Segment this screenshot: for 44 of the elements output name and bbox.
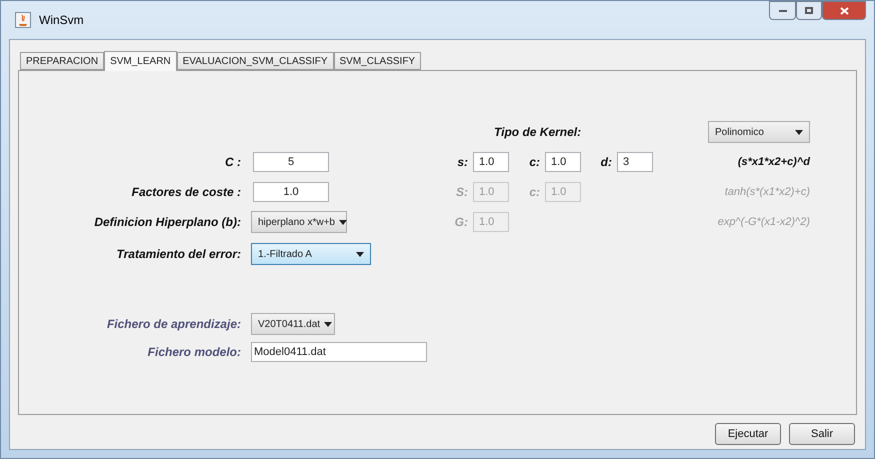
close-icon (840, 6, 848, 14)
param-label: c: (528, 154, 541, 171)
maximize-icon (805, 7, 813, 14)
input-field[interactable]: 1.0 (545, 152, 581, 172)
param-label: c: (528, 184, 541, 201)
close-button[interactable] (822, 1, 866, 20)
field-label: Factores de coste : (130, 184, 242, 201)
action-button[interactable]: Salir (789, 423, 855, 445)
caret-icon (324, 322, 332, 326)
param-label: S: (455, 184, 469, 201)
field-label: Tipo de Kernel: (494, 124, 582, 141)
input-field[interactable]: 1.0 (473, 152, 509, 172)
caret-icon (339, 220, 347, 224)
tab[interactable]: SVM_LEARN (104, 51, 177, 71)
formula-text: tanh(s*(x1*x2)+c) (724, 184, 810, 200)
param-label: G: (454, 214, 469, 231)
maximize-button[interactable] (796, 1, 822, 20)
dropdown[interactable]: V20T0411.dat (251, 313, 335, 335)
window-title: WinSvm (39, 12, 84, 29)
input-field[interactable]: 3 (617, 152, 653, 172)
minimize-button[interactable] (769, 1, 796, 20)
app-icon (15, 12, 31, 28)
input-field[interactable]: 1.0 (253, 182, 329, 202)
minimize-icon (778, 10, 786, 12)
formula-text: (s*x1*x2+c)^d (738, 154, 810, 170)
tab[interactable]: PREPARACION (20, 52, 104, 70)
field-label: Definicion Hiperplano (b): (93, 214, 242, 231)
field-label: Fichero de aprendizaje: (106, 316, 242, 333)
tab[interactable]: EVALUACION_SVM_CLASSIFY (176, 52, 334, 70)
caret-icon (795, 130, 803, 134)
tab[interactable]: SVM_CLASSIFY (334, 52, 422, 70)
input-field[interactable]: 5 (253, 152, 329, 172)
param-label: s: (456, 154, 469, 171)
field-label: Tratamiento del error: (116, 246, 242, 263)
formula-text: exp^(-G*(x1-x2)^2) (718, 214, 810, 230)
caret-icon (356, 252, 364, 256)
action-button[interactable]: Ejecutar (715, 423, 781, 445)
dropdown[interactable]: Polinomico (708, 121, 810, 143)
field-label: C : (224, 154, 242, 171)
param-label: d: (600, 154, 613, 171)
input-field[interactable]: Model0411.dat (251, 342, 427, 362)
field-label: Fichero modelo: (146, 344, 242, 361)
dropdown[interactable]: 1.-Filtrado A (251, 243, 371, 265)
dropdown[interactable]: hiperplano x*w+b (251, 211, 347, 233)
